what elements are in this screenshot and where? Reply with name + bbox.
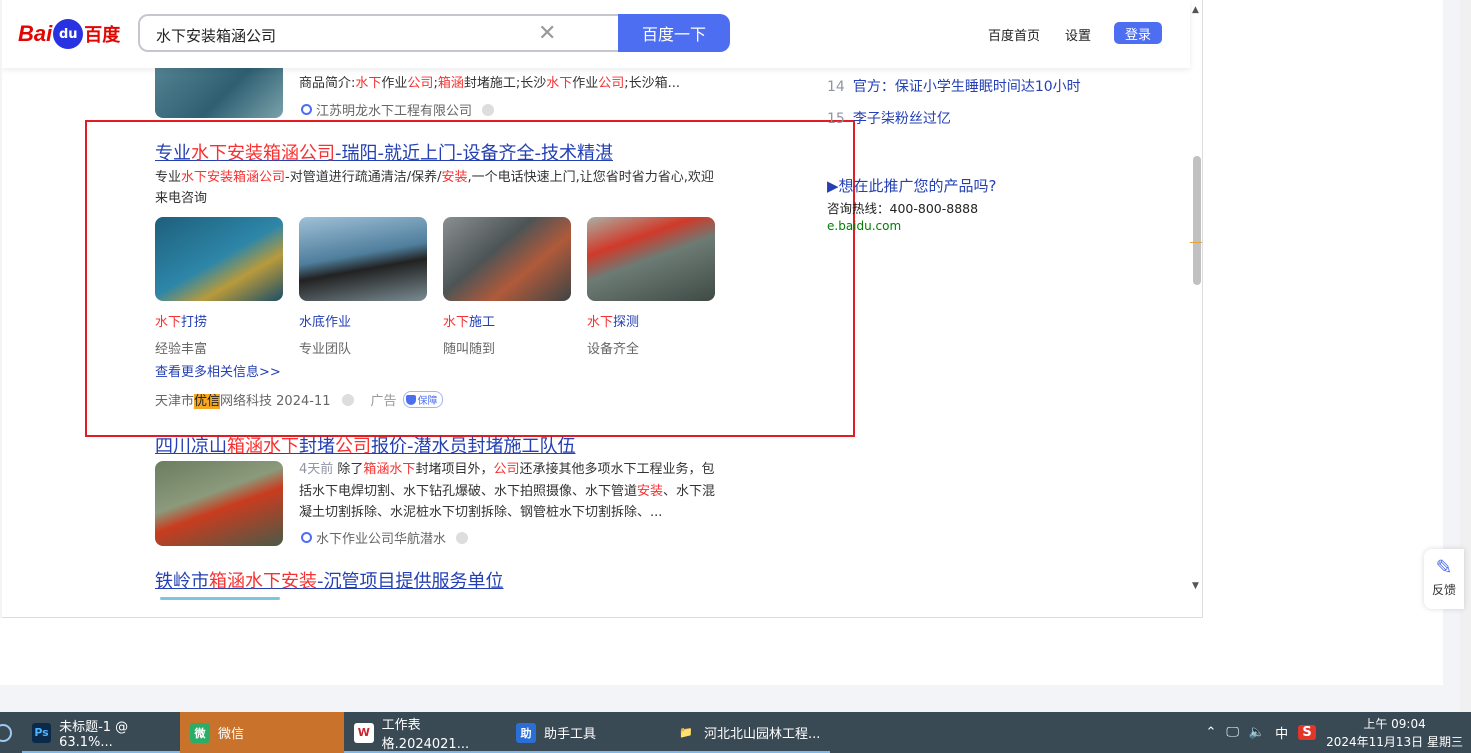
system-tray: ⌃ 🖵 🔈 中 S 上午 09:04 2024年11月13日 星期三 xyxy=(1205,712,1471,753)
result-thumbnail xyxy=(160,597,280,600)
baidu-logo[interactable]: Bai du 百度 xyxy=(18,16,120,52)
scroll-marker xyxy=(1190,242,1202,243)
taskbar-item-helper[interactable]: 助 助手工具 xyxy=(506,712,666,753)
browser-viewport: Bai du 百度 ✕ 百度一下 百度首页 设置 登录 商品简介:水下作业公司;… xyxy=(2,0,1203,618)
wechat-icon: 微 xyxy=(190,722,210,743)
search-button[interactable]: 百度一下 xyxy=(618,14,730,52)
clear-icon[interactable]: ✕ xyxy=(538,21,556,46)
result-thumbnail[interactable] xyxy=(155,461,283,546)
scroll-down-icon[interactable]: ▼ xyxy=(1192,581,1199,591)
info-icon[interactable] xyxy=(456,531,469,544)
network-icon[interactable]: 🖵 xyxy=(1226,725,1239,740)
right-gutter xyxy=(1203,0,1443,685)
source-icon xyxy=(301,532,312,543)
clock[interactable]: 上午 09:04 2024年11月13日 星期三 xyxy=(1326,715,1463,751)
taskbar-item-wechat[interactable]: 微 微信 xyxy=(180,712,344,753)
search-box: ✕ xyxy=(138,14,618,52)
photoshop-icon: Ps xyxy=(32,722,52,743)
page-background xyxy=(0,618,1443,685)
baidu-home-link[interactable]: 百度首页 xyxy=(988,25,1040,44)
taskbar-item-folder[interactable]: 📁 河北北山园林工程... xyxy=(666,712,830,753)
chevron-up-icon[interactable]: ⌃ xyxy=(1205,725,1216,740)
result-snippet: 商品简介:水下作业公司;箱涵封堵施工;长沙水下作业公司;长沙箱... xyxy=(299,76,681,91)
logo-latin: Bai xyxy=(18,21,53,46)
pen-icon: ✎ xyxy=(1435,555,1453,579)
feedback-button[interactable]: ✎ 反馈 xyxy=(1424,549,1464,609)
search-header: Bai du 百度 ✕ 百度一下 百度首页 设置 登录 xyxy=(2,0,1190,68)
helper-icon: 助 xyxy=(516,722,536,743)
sogou-icon[interactable]: S xyxy=(1298,725,1317,740)
start-icon xyxy=(0,723,12,742)
result-title-link[interactable]: 四川凉山箱涵水下封堵公司报价-潜水员封堵施工队伍 xyxy=(155,432,576,458)
hotlist-item[interactable]: 15 李子柒粉丝过亿 xyxy=(827,108,951,128)
wps-icon: W xyxy=(354,722,374,743)
taskbar: Ps 未标题-1 @ 63.1%... 微 微信 W 工作表格.2024021.… xyxy=(0,712,1471,753)
folder-icon: 📁 xyxy=(679,726,693,739)
search-input[interactable] xyxy=(154,23,538,47)
start-button[interactable] xyxy=(0,712,22,753)
result-snippet: 4天前 除了箱涵水下封堵项目外，公司还承接其他多项水下工程业务，包括水下电焊切割… xyxy=(299,462,716,520)
volume-icon[interactable]: 🔈 xyxy=(1249,725,1265,740)
scroll-up-icon[interactable]: ▲ xyxy=(1192,5,1199,15)
result-source[interactable]: 水下作业公司华航潜水 xyxy=(301,528,469,547)
info-icon[interactable] xyxy=(482,103,495,116)
login-button[interactable]: 登录 xyxy=(1114,22,1162,44)
taskbar-item-photoshop[interactable]: Ps 未标题-1 @ 63.1%... xyxy=(22,712,180,753)
taskbar-item-wps[interactable]: W 工作表格.2024021... xyxy=(344,712,506,753)
result-source[interactable]: 江苏明龙水下工程有限公司 xyxy=(301,100,495,119)
promo-phone: 咨询热线：400-800-8888 xyxy=(827,201,979,216)
hotlist-item[interactable]: 14 官方：保证小学生睡眠时间达10小时 xyxy=(827,76,1081,96)
source-icon xyxy=(301,104,312,115)
scrollbar-thumb[interactable] xyxy=(1193,156,1201,285)
logo-chinese: 百度 xyxy=(84,25,121,46)
paw-icon: du xyxy=(53,19,84,49)
result-title-link[interactable]: 铁岭市箱涵水下安装-沉管项目提供服务单位 xyxy=(155,567,504,593)
settings-link[interactable]: 设置 xyxy=(1065,25,1091,44)
ime-indicator[interactable]: 中 xyxy=(1275,723,1288,742)
promo-url[interactable]: e.baidu.com xyxy=(827,219,901,233)
highlight-box xyxy=(85,120,855,437)
promo-link[interactable]: ▶想在此推广您的产品吗? xyxy=(827,175,997,196)
